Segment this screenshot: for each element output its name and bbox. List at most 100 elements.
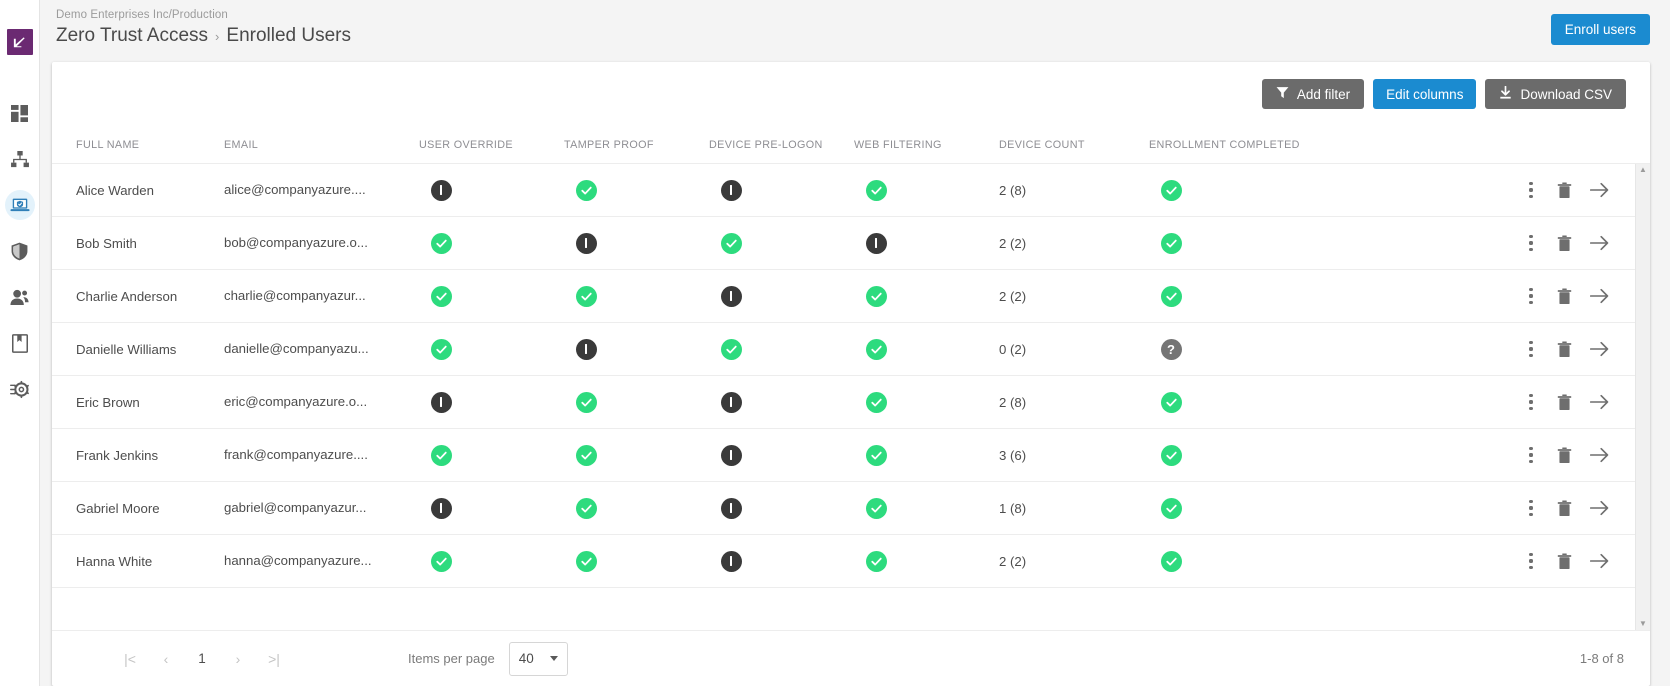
table-row[interactable]: Alice Warden alice@companyazure.... 2 (8) [52, 164, 1635, 217]
laptop-shield-icon [4, 190, 35, 220]
column-header-device-pre-logon[interactable]: DEVICE PRE-LOGON [709, 139, 854, 151]
column-header-web-filtering[interactable]: WEB FILTERING [854, 139, 999, 151]
sidebar-item-zero-trust-access[interactable] [0, 182, 40, 228]
main-content: Demo Enterprises Inc/Production Zero Tru… [40, 0, 1670, 686]
table-body: Alice Warden alice@companyazure.... 2 (8) B… [52, 164, 1635, 630]
column-header-enrollment-completed[interactable]: ENROLLMENT COMPLETED [1149, 139, 1311, 151]
sidebar-item-reports[interactable] [0, 320, 40, 366]
status-device-pre-logon-icon [720, 338, 742, 360]
table-row[interactable]: Hanna White hanna@companyazure... 2 (2) [52, 535, 1635, 588]
status-user-override-icon [430, 391, 452, 413]
table-row[interactable]: Gabriel Moore gabriel@companyazur... 1 (8) [52, 482, 1635, 535]
trash-icon[interactable] [1557, 552, 1572, 570]
column-header-device-count[interactable]: DEVICE COUNT [999, 139, 1149, 151]
page-header: Demo Enterprises Inc/Production Zero Tru… [40, 0, 1670, 62]
more-vertical-icon[interactable] [1523, 551, 1539, 571]
table-row[interactable]: Danielle Williams danielle@companyazu... 0… [52, 323, 1635, 376]
edit-columns-button[interactable]: Edit columns [1373, 79, 1477, 109]
table-row[interactable]: Charlie Anderson charlie@companyazur... 2 … [52, 270, 1635, 323]
last-page-button[interactable]: >| [256, 641, 292, 677]
gear-arrow-icon [10, 380, 29, 399]
table-body-wrapper: Alice Warden alice@companyazure.... 2 (8) B… [52, 164, 1650, 630]
cell-status-tamper-proof [564, 444, 709, 466]
chevron-right-icon: › [215, 29, 220, 44]
arrow-right-icon[interactable] [1590, 394, 1609, 410]
breadcrumb: Demo Enterprises Inc/Production Zero Tru… [52, 8, 351, 49]
trash-icon[interactable] [1557, 393, 1572, 411]
more-vertical-icon[interactable] [1523, 286, 1539, 306]
sidebar-item-users[interactable] [0, 274, 40, 320]
more-vertical-icon[interactable] [1523, 233, 1539, 253]
cell-enrollment-completed: ? [1149, 338, 1311, 360]
pagination-range: 1-8 of 8 [1579, 651, 1624, 666]
table-vertical-scrollbar[interactable]: ▲ ▼ [1635, 164, 1650, 630]
scroll-down-arrow-icon[interactable]: ▼ [1639, 620, 1647, 628]
table-row[interactable]: Eric Brown eric@companyazure.o... 2 (8) [52, 376, 1635, 429]
first-page-button[interactable]: |< [112, 641, 148, 677]
arrow-right-icon[interactable] [1590, 341, 1609, 357]
more-vertical-icon[interactable] [1523, 498, 1539, 518]
more-vertical-icon[interactable] [1523, 339, 1539, 359]
arrow-right-icon[interactable] [1590, 553, 1609, 569]
sidebar-item-dashboard[interactable] [0, 90, 40, 136]
trash-icon[interactable] [1557, 234, 1572, 252]
arrow-right-icon[interactable] [1590, 500, 1609, 516]
trash-icon[interactable] [1557, 499, 1572, 517]
sidebar-item-logo[interactable] [0, 22, 40, 62]
status-tamper-proof-icon [575, 285, 597, 307]
funnel-icon [1276, 86, 1289, 102]
table-row[interactable]: Frank Jenkins frank@companyazure.... 3 (6) [52, 429, 1635, 482]
sidebar-item-network[interactable] [0, 136, 40, 182]
cell-enrollment-completed [1149, 497, 1311, 519]
arrow-right-icon[interactable] [1590, 447, 1609, 463]
download-csv-button[interactable]: Download CSV [1485, 79, 1626, 109]
next-page-button[interactable]: › [220, 641, 256, 677]
status-web-filtering-icon [865, 338, 887, 360]
trash-icon[interactable] [1557, 181, 1572, 199]
cell-status-tamper-proof [564, 391, 709, 413]
info-bar-glyph [729, 185, 733, 195]
status-device-pre-logon-icon [720, 232, 742, 254]
trash-icon[interactable] [1557, 446, 1572, 464]
breadcrumb-section[interactable]: Zero Trust Access [56, 24, 208, 48]
cell-status-tamper-proof [564, 550, 709, 572]
column-header-user-override[interactable]: USER OVERRIDE [419, 139, 564, 151]
status-device-pre-logon-icon [720, 285, 742, 307]
status-web-filtering-icon [865, 391, 887, 413]
cell-enrollment-completed [1149, 179, 1311, 201]
cell-email: charlie@companyazur... [224, 288, 366, 303]
sidebar-item-security[interactable] [0, 228, 40, 274]
row-actions [1311, 233, 1635, 253]
column-header-tamper-proof[interactable]: TAMPER PROOF [564, 139, 709, 151]
cell-status-user-override [419, 444, 564, 466]
trash-icon[interactable] [1557, 287, 1572, 305]
more-vertical-icon[interactable] [1523, 445, 1539, 465]
cell-full-name: Hanna White [76, 553, 153, 569]
more-vertical-icon[interactable] [1523, 180, 1539, 200]
enroll-users-button[interactable]: Enroll users [1550, 14, 1650, 45]
info-bar-glyph [729, 291, 733, 301]
shield-icon [11, 242, 28, 261]
column-header-email[interactable]: EMAIL [224, 139, 419, 151]
table-row[interactable]: Bob Smith bob@companyazure.o... 2 (2) [52, 217, 1635, 270]
cell-status-user-override [419, 391, 564, 413]
column-header-full-name[interactable]: FULL NAME [76, 139, 224, 151]
status-device-pre-logon-icon [720, 550, 742, 572]
status-tamper-proof-icon [575, 338, 597, 360]
previous-page-button[interactable]: ‹ [148, 641, 184, 677]
trash-icon[interactable] [1557, 340, 1572, 358]
arrow-right-icon[interactable] [1590, 288, 1609, 304]
arrow-right-icon[interactable] [1590, 235, 1609, 251]
cell-enrollment-completed [1149, 285, 1311, 307]
add-filter-button[interactable]: Add filter [1261, 79, 1365, 109]
more-vertical-icon[interactable] [1523, 392, 1539, 412]
cell-status-tamper-proof [564, 285, 709, 307]
sidebar-item-settings[interactable] [0, 366, 40, 412]
scroll-up-arrow-icon[interactable]: ▲ [1639, 166, 1647, 174]
arrow-right-icon[interactable] [1590, 182, 1609, 198]
cell-status-tamper-proof [564, 497, 709, 519]
status-web-filtering-icon [865, 232, 887, 254]
items-per-page-select[interactable]: 40 [508, 641, 568, 676]
status-web-filtering-icon [865, 179, 887, 201]
info-bar-glyph [439, 185, 443, 195]
